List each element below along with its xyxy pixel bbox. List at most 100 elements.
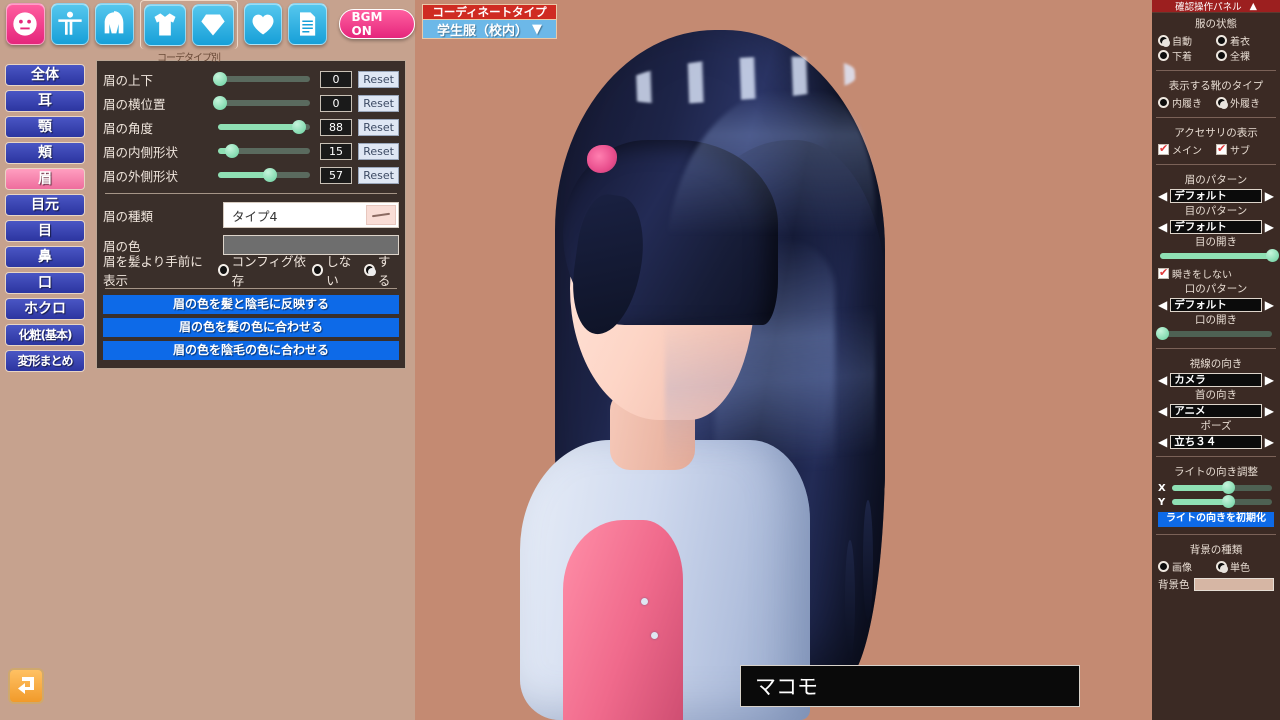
brow-pattern-value[interactable]: デフォルト [1170,189,1262,203]
light-y-label: Y [1158,496,1166,508]
light-x-slider[interactable] [1172,481,1272,494]
prev-arrow-icon[interactable]: ◀ [1158,374,1167,386]
next-arrow-icon[interactable]: ▶ [1265,436,1274,448]
pose-value[interactable]: 立ち３４ [1170,435,1262,449]
coordinate-type-widget: コーディネートタイプ 学生服（校内） ▼ [422,4,557,39]
clothes-state-option-0[interactable]: 自動 [1158,33,1216,48]
bgm-toggle-button[interactable]: BGM ON [338,9,416,39]
eyebrow-front-option-0[interactable]: コンフィグ依存 [217,251,307,289]
category-button-11[interactable]: 変形まとめ [5,350,85,372]
slider-reset-3[interactable]: Reset [358,142,399,160]
prev-arrow-icon[interactable]: ◀ [1158,299,1167,311]
category-button-4[interactable]: 眉 [5,168,85,190]
next-arrow-icon[interactable]: ▶ [1265,374,1274,386]
gaze-title: 視線の向き [1189,358,1243,370]
background-option-1-label: 単色 [1230,563,1250,574]
shoes-type-option-0[interactable]: 内履き [1158,95,1216,110]
neck-value[interactable]: アニメ [1170,404,1262,418]
coordinate-type-select[interactable]: 学生服（校内） ▼ [422,20,557,39]
checkbox-icon [1158,266,1169,279]
next-arrow-icon[interactable]: ▶ [1265,299,1274,311]
mouth-pattern-value[interactable]: デフォルト [1170,298,1262,312]
category-button-9[interactable]: ホクロ [5,298,85,320]
category-button-7[interactable]: 鼻 [5,246,85,268]
back-arrow-icon[interactable] [8,668,44,704]
eye-pattern-title: 目のパターン [1184,205,1248,217]
clothes-icon[interactable] [143,3,186,46]
slider-label-1: 眉の横位置 [103,96,166,112]
face-icon[interactable] [6,3,45,45]
prev-arrow-icon[interactable]: ◀ [1158,436,1167,448]
accessory-sub-checkbox[interactable]: サブ [1216,142,1274,157]
eyebrow-front-option-2[interactable]: する [364,251,399,289]
slider-track-2[interactable] [217,120,310,134]
accessory-gem-icon[interactable] [191,3,234,46]
match-brow-color-to-pubic-button[interactable]: 眉の色を陰毛の色に合わせる [103,341,399,360]
shoes-type-option-1[interactable]: 外履き [1216,95,1274,110]
slider-value-4[interactable]: 57 [319,166,353,184]
slider-value-2[interactable]: 88 [319,118,353,136]
slider-track-4[interactable] [217,168,310,182]
category-button-1[interactable]: 耳 [5,90,85,112]
slider-track-0[interactable] [212,72,310,86]
category-button-3[interactable]: 頬 [5,142,85,164]
slider-reset-1[interactable]: Reset [358,94,399,112]
category-button-5[interactable]: 目元 [5,194,85,216]
no-blink-checkbox[interactable]: 瞬きをしない [1158,266,1274,281]
category-button-6[interactable]: 目 [5,220,85,242]
next-arrow-icon[interactable]: ▶ [1265,221,1274,233]
eyebrow-front-row: 眉を髪より手前に表示 コンフィグ依存 しない する [103,254,399,288]
background-option-1[interactable]: 単色 [1216,559,1274,574]
light-y-row: Y [1158,495,1274,509]
hair-icon[interactable] [95,3,134,45]
reset-light-direction-button[interactable]: ライトの向きを初期化 [1158,512,1274,527]
slider-reset-0[interactable]: Reset [358,70,399,88]
neck-title: 首の向き [1195,389,1237,401]
body-icon[interactable] [50,3,89,45]
eyebrow-front-option-1[interactable]: しない [312,251,358,289]
eye-open-title: 目の開き [1195,236,1237,248]
slider-value-3[interactable]: 15 [319,142,353,160]
eyebrow-type-select[interactable]: タイプ4 [223,202,399,228]
gaze-spinner: ◀ カメラ ▶ [1158,373,1274,387]
prev-arrow-icon[interactable]: ◀ [1158,405,1167,417]
clothes-state-option-1[interactable]: 着衣 [1216,33,1274,48]
match-brow-color-to-hair-button[interactable]: 眉の色を髪の色に合わせる [103,318,399,337]
prev-arrow-icon[interactable]: ◀ [1158,221,1167,233]
category-button-0[interactable]: 全体 [5,64,85,86]
panel-header[interactable]: 確認操作パネル ▲ [1152,0,1280,13]
category-button-2[interactable]: 顎 [5,116,85,138]
mouth-pattern-spinner: ◀ デフォルト ▶ [1158,298,1274,312]
light-y-slider[interactable] [1172,495,1272,508]
gaze-value[interactable]: カメラ [1170,373,1262,387]
eye-open-slider[interactable] [1160,249,1279,262]
apply-brow-color-to-hair-and-pubic-button[interactable]: 眉の色を髪と陰毛に反映する [103,295,399,314]
character-name-plate: マコモ [740,665,1080,707]
mouth-open-slider[interactable] [1155,327,1272,340]
favorite-heart-icon[interactable] [243,3,282,45]
slider-value-0[interactable]: 0 [319,70,353,88]
clothes-state-option-2[interactable]: 下着 [1158,48,1216,63]
coordinate-type-group-label: コーデタイプ別 [157,52,221,64]
slider-track-1[interactable] [212,96,310,110]
slider-reset-2[interactable]: Reset [358,118,399,136]
category-button-10[interactable]: 化粧(基本) [5,324,85,346]
slider-value-1[interactable]: 0 [319,94,353,112]
slider-row-4: 眉の外側形状 57 Reset [103,163,399,187]
slider-reset-4[interactable]: Reset [358,166,399,184]
brow-pattern-title: 眉のパターン [1184,174,1248,186]
profile-doc-icon[interactable] [288,3,327,45]
character-viewport[interactable] [415,0,1150,720]
slider-track-3[interactable] [217,144,310,158]
accessory-main-checkbox[interactable]: メイン [1158,142,1216,157]
next-arrow-icon[interactable]: ▶ [1265,405,1274,417]
background-color-swatch[interactable] [1193,578,1274,591]
background-option-0[interactable]: 画像 [1158,559,1216,574]
next-arrow-icon[interactable]: ▶ [1265,190,1274,202]
eye-pattern-value[interactable]: デフォルト [1170,220,1262,234]
eye-pattern-spinner: ◀ デフォルト ▶ [1158,220,1274,234]
category-button-8[interactable]: 口 [5,272,85,294]
prev-arrow-icon[interactable]: ◀ [1158,190,1167,202]
clothes-state-option-3[interactable]: 全裸 [1216,48,1274,63]
category-list: 全体 耳 顎 頬 眉 目元 目 鼻 口 ホクロ 化粧(基本) 変形まとめ [5,64,90,376]
